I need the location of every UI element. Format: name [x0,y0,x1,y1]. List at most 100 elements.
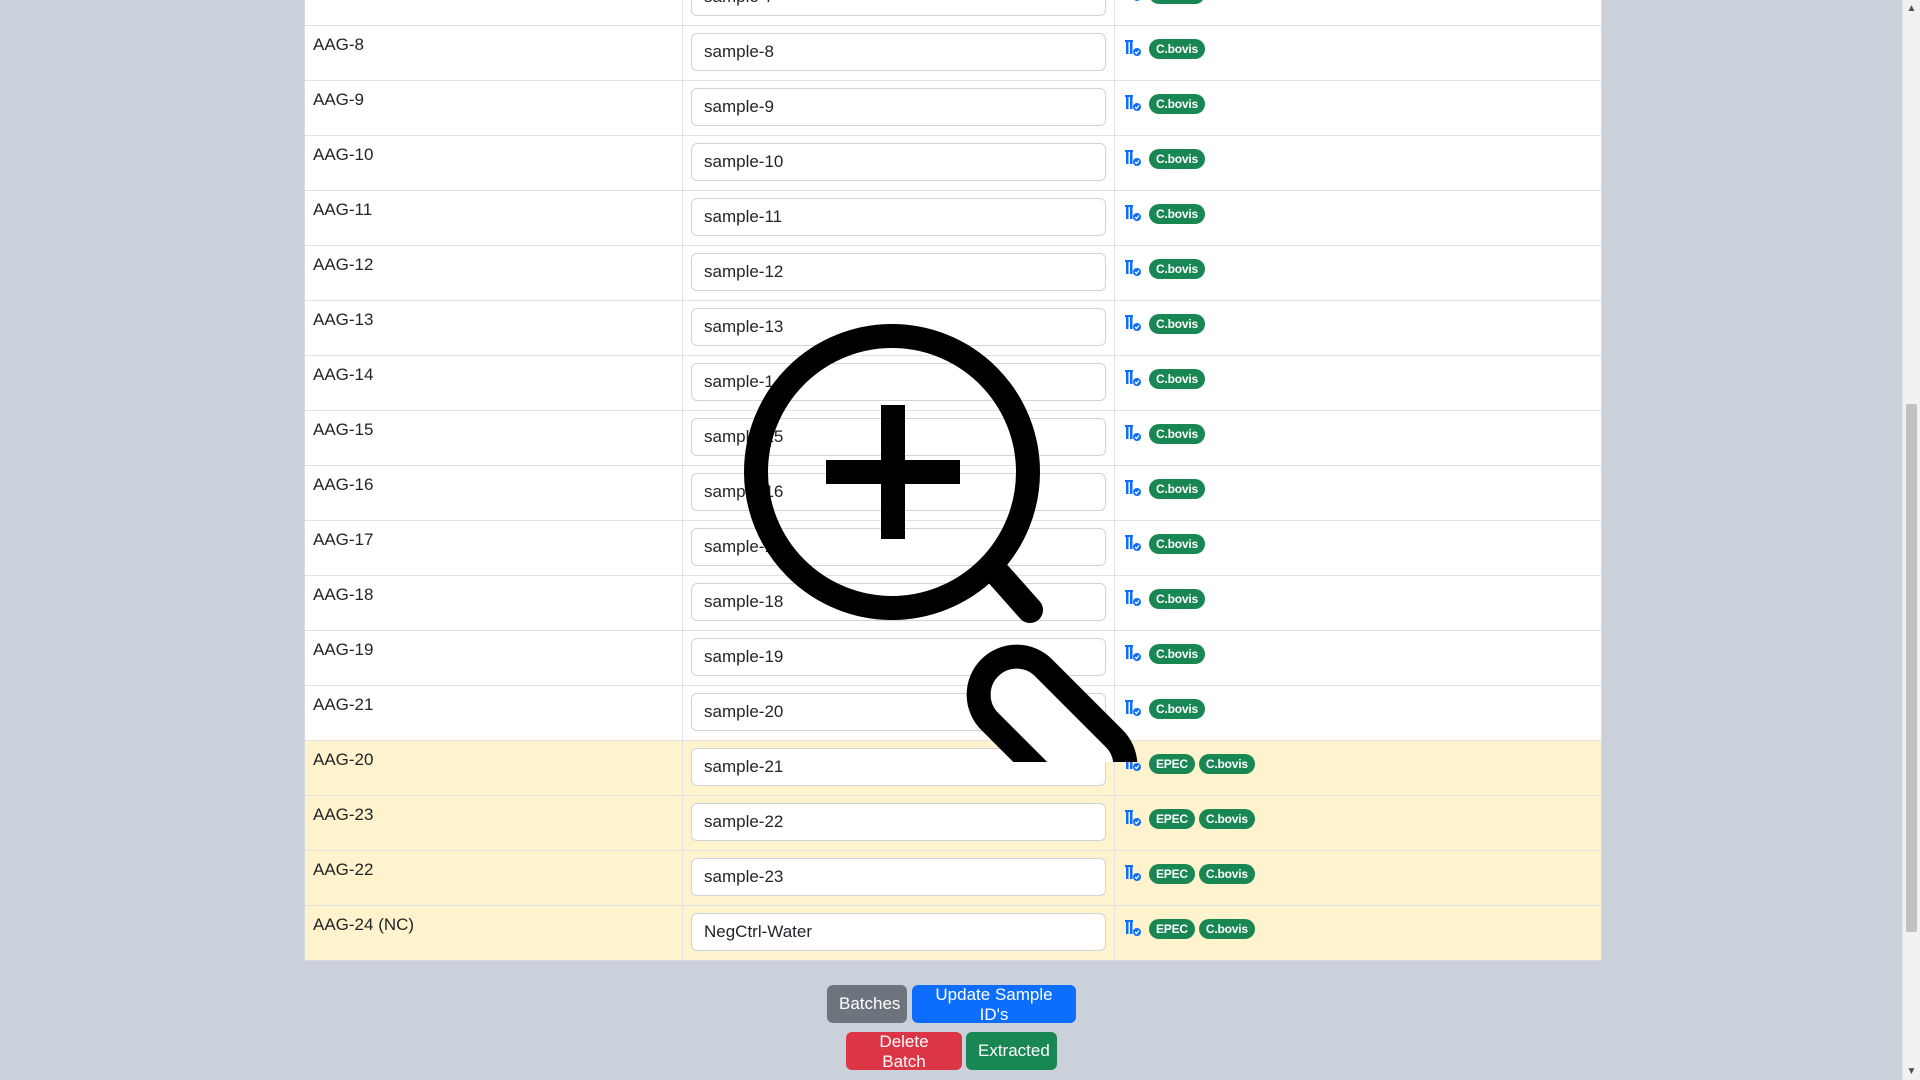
table-row: AAG-8 C.bovis [305,25,1601,80]
tags-cell: EPEC C.bovis [1115,796,1601,850]
organism-badge: EPEC [1149,864,1195,884]
test-tube-check-icon[interactable] [1123,39,1143,59]
sample-name-cell: AAG-15 [305,411,683,465]
batches-button[interactable]: Batches [827,985,907,1023]
test-tube-check-icon[interactable] [1123,94,1143,114]
tags-cell: C.bovis [1115,246,1601,300]
test-tube-check-icon[interactable] [1123,259,1143,279]
sample-name: AAG-24 (NC) [313,915,415,934]
table-row: AAG-23 EPECC.bovis [305,795,1601,850]
sample-name: AAG-22 [313,860,374,879]
sample-name-cell: AAG-8 [305,26,683,80]
sample-id-cell [683,906,1115,960]
vertical-scrollbar[interactable]: ▲ ▼ [1902,0,1920,1080]
sample-name-cell: AAG-12 [305,246,683,300]
sample-name: AAG-16 [313,475,374,494]
sample-name-cell: AAG-10 [305,136,683,190]
sample-name: AAG-23 [313,805,374,824]
delete-batch-button[interactable]: Delete Batch [846,1032,962,1071]
sample-name-cell: AAG-24 (NC) [305,906,683,960]
sample-name: AAG-9 [313,90,365,109]
scroll-up-icon[interactable]: ▲ [1903,0,1920,17]
table-row: AAG-22 EPECC.bovis [305,850,1601,905]
sample-id-input[interactable] [691,913,1106,951]
organism-badge: C.bovis [1149,204,1205,224]
sample-name-cell: AAG-11 [305,191,683,245]
table-row: AAG-11 C.bovis [305,190,1601,245]
organism-badge: EPEC [1149,809,1195,829]
sample-id-input[interactable] [691,33,1106,71]
organism-badge: C.bovis [1149,94,1205,114]
sample-id-input[interactable] [691,253,1106,291]
tags-cell: EPEC C.bovis [1115,851,1601,905]
sample-name-cell: AAG-18 [305,576,683,630]
table-row: C.bovis [305,0,1601,25]
test-tube-check-icon[interactable] [1123,204,1143,224]
extracted-button[interactable]: Extracted [966,1032,1057,1070]
tags-cell: C.bovis [1115,26,1601,80]
table-row: AAG-12 C.bovis [305,245,1601,300]
tags-cell: C.bovis [1115,521,1601,575]
table-row: AAG-9 C.bovis [305,80,1601,135]
sample-name-cell: AAG-14 [305,356,683,410]
sample-id-input[interactable] [691,803,1106,841]
test-tube-check-icon[interactable] [1123,0,1143,4]
tags-cell: C.bovis [1115,81,1601,135]
organism-badge: C.bovis [1198,864,1255,884]
zoom-in-magnifier-icon[interactable] [740,322,1180,816]
tags-cell: EPEC C.bovis [1115,906,1601,960]
organism-badge: C.bovis [1149,259,1205,279]
organism-badge: C.bovis [1149,0,1205,4]
tags-cell: C.bovis [1115,631,1601,685]
update-sample-ids-button[interactable]: Update Sample ID's [912,985,1076,1024]
sample-name-cell: AAG-16 [305,466,683,520]
tags-cell: C.bovis [1115,466,1601,520]
tags-cell: C.bovis [1115,136,1601,190]
sample-name-cell: AAG-20 [305,741,683,795]
sample-name-cell [305,0,683,25]
sample-name: AAG-20 [313,750,374,769]
test-tube-check-icon[interactable] [1123,864,1143,884]
tags-cell: C.bovis [1115,411,1601,465]
sample-name: AAG-12 [313,255,374,274]
sample-name-cell: AAG-19 [305,631,683,685]
organism-badge: C.bovis [1198,754,1255,774]
sample-id-input[interactable] [691,143,1106,181]
tags-cell: C.bovis [1115,686,1601,740]
sample-name: AAG-17 [313,530,374,549]
sample-id-input[interactable] [691,88,1106,126]
test-tube-check-icon[interactable] [1123,919,1143,939]
sample-id-cell [683,81,1115,135]
sample-name: AAG-14 [313,365,374,384]
sample-name: AAG-21 [313,695,374,714]
sample-id-input[interactable] [691,858,1106,896]
scrollbar-thumb[interactable] [1906,404,1917,932]
organism-badge: C.bovis [1149,39,1205,59]
table-row: AAG-24 (NC) EPECC.bovis [305,905,1601,960]
sample-id-cell [683,851,1115,905]
sample-name-cell: AAG-23 [305,796,683,850]
test-tube-check-icon[interactable] [1123,809,1143,829]
sample-name: AAG-18 [313,585,374,604]
sample-id-cell [683,191,1115,245]
tags-cell: EPEC C.bovis [1115,741,1601,795]
organism-badge: EPEC [1149,919,1195,939]
sample-name-cell: AAG-21 [305,686,683,740]
sample-id-cell [683,246,1115,300]
sample-id-cell [683,0,1115,25]
sample-name: AAG-19 [313,640,374,659]
sample-id-input[interactable] [691,0,1106,16]
page: C.bovis AAG-8 C.bovis AAG-9 C.bovis AAG-10 C.b… [0,0,1920,1080]
sample-id-input[interactable] [691,198,1106,236]
tags-cell: C.bovis [1115,301,1601,355]
sample-name-cell: AAG-22 [305,851,683,905]
scroll-down-icon[interactable]: ▼ [1903,1063,1920,1080]
organism-badge: C.bovis [1198,809,1255,829]
test-tube-check-icon[interactable] [1123,149,1143,169]
table-row: AAG-10 C.bovis [305,135,1601,190]
tags-cell: C.bovis [1115,576,1601,630]
sample-name-cell: AAG-17 [305,521,683,575]
tags-cell: C.bovis [1115,0,1601,25]
tags-cell: C.bovis [1115,356,1601,410]
sample-name: AAG-13 [313,310,374,329]
